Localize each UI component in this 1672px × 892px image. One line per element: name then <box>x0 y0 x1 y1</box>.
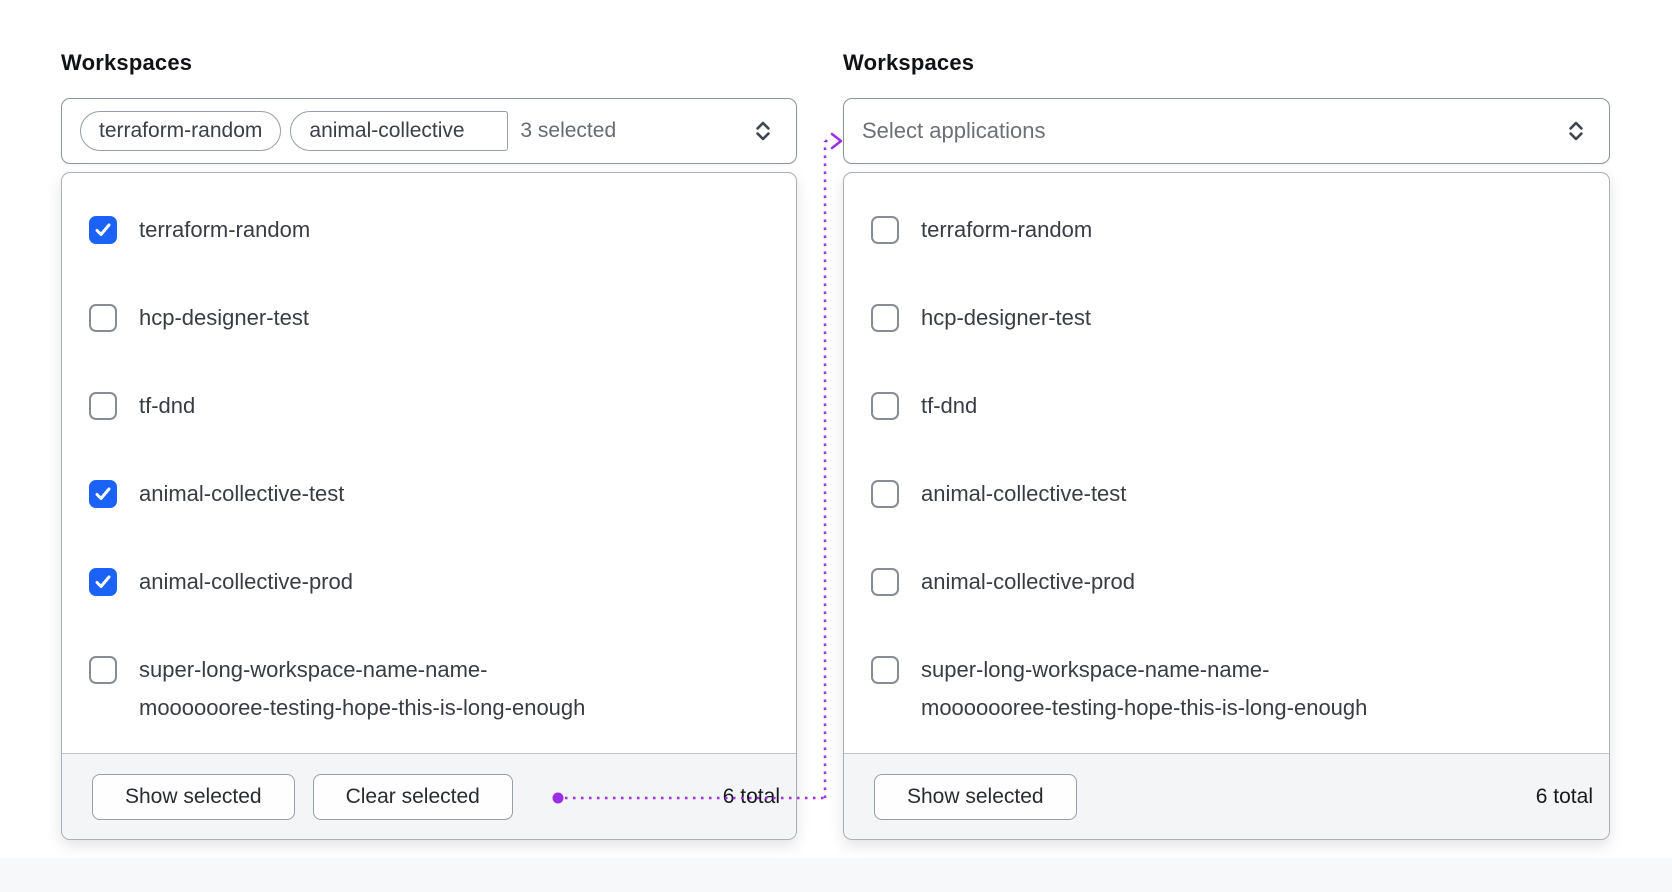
workspace-option-label: animal-collective-test <box>139 481 345 506</box>
workspace-option-label: animal-collective-prod <box>139 569 353 594</box>
workspace-checkbox[interactable] <box>89 656 117 684</box>
workspace-checkbox[interactable] <box>871 568 899 596</box>
workspace-option-label: super-long-workspace-name-name- moooooor… <box>921 657 1368 720</box>
workspace-checkbox[interactable] <box>871 392 899 420</box>
workspace-option-list: terraform-random hcp-designer-test tf-dn… <box>844 173 1609 753</box>
page-bottom-band <box>0 858 1672 892</box>
total-count: 6 total <box>1535 784 1593 808</box>
workspace-option[interactable]: animal-collective-prod <box>89 563 772 601</box>
chevron-up-down-icon <box>750 118 776 144</box>
workspace-option[interactable]: tf-dnd <box>89 387 772 425</box>
workspace-option[interactable]: tf-dnd <box>871 387 1585 425</box>
trigger-placeholder: Select applications <box>862 118 1046 143</box>
workspace-checkbox[interactable] <box>89 216 117 244</box>
workspace-option[interactable]: hcp-designer-test <box>89 299 772 337</box>
workspace-option-label: super-long-workspace-name-name- moooooor… <box>139 657 586 720</box>
workspace-option-label: terraform-random <box>921 217 1093 242</box>
workspace-option-label: tf-dnd <box>139 393 196 418</box>
workspace-option-label: terraform-random <box>139 217 311 242</box>
workspace-option[interactable]: animal-collective-prod <box>871 563 1585 601</box>
workspace-listbox: terraform-random hcp-designer-test tf-dn… <box>61 172 797 840</box>
workspace-checkbox[interactable] <box>871 216 899 244</box>
workspace-checkbox[interactable] <box>89 304 117 332</box>
workspaces-multiselect-right: Workspaces Select applications terraform… <box>843 50 1610 840</box>
show-selected-button[interactable]: Show selected <box>92 773 295 820</box>
workspace-option-label: animal-collective-test <box>921 481 1127 506</box>
show-selected-button[interactable]: Show selected <box>874 773 1077 820</box>
checkmark-icon <box>95 223 111 236</box>
workspace-option[interactable]: animal-collective-test <box>89 475 772 513</box>
workspace-listbox: terraform-random hcp-designer-test tf-dn… <box>843 172 1610 840</box>
workspace-option[interactable]: terraform-random <box>89 211 772 249</box>
selected-tag: terraform-random <box>80 111 282 151</box>
workspace-option[interactable]: super-long-workspace-name-name- moooooor… <box>871 651 1585 727</box>
workspace-checkbox[interactable] <box>871 480 899 508</box>
selected-count: 3 selected <box>520 119 617 142</box>
workspace-option[interactable]: super-long-workspace-name-name- moooooor… <box>89 651 772 727</box>
workspace-option-list: terraform-random hcp-designer-test tf-dn… <box>62 173 796 753</box>
workspaces-multiselect-left: Workspaces terraform-random animal-colle… <box>61 50 797 840</box>
workspace-checkbox[interactable] <box>871 304 899 332</box>
workspace-option-label: hcp-designer-test <box>139 305 309 330</box>
selected-tag-truncated: animal-collective <box>290 111 509 151</box>
multiselect-trigger-empty[interactable]: Select applications <box>843 98 1610 164</box>
workspace-checkbox[interactable] <box>89 480 117 508</box>
workspace-option[interactable]: animal-collective-test <box>871 475 1585 513</box>
listbox-footer: Show selected Clear selected 6 total <box>62 753 796 839</box>
workspace-option[interactable]: hcp-designer-test <box>871 299 1585 337</box>
total-count: 6 total <box>722 784 780 808</box>
checkmark-icon <box>95 575 111 588</box>
workspace-option[interactable]: terraform-random <box>871 211 1585 249</box>
checkmark-icon <box>95 487 111 500</box>
workspace-checkbox[interactable] <box>89 568 117 596</box>
workspace-checkbox[interactable] <box>871 656 899 684</box>
clear-selected-button[interactable]: Clear selected <box>312 773 513 820</box>
workspace-option-label: hcp-designer-test <box>921 305 1091 330</box>
listbox-footer: Show selected 6 total <box>844 753 1609 839</box>
workspace-option-label: tf-dnd <box>921 393 978 418</box>
workspace-option-label: animal-collective-prod <box>921 569 1135 594</box>
chevron-up-down-icon <box>1563 118 1589 144</box>
page-title: Workspaces <box>61 50 193 75</box>
page-title: Workspaces <box>843 50 975 75</box>
workspace-checkbox[interactable] <box>89 392 117 420</box>
multiselect-trigger[interactable]: terraform-random animal-collective 3 sel… <box>61 98 797 164</box>
